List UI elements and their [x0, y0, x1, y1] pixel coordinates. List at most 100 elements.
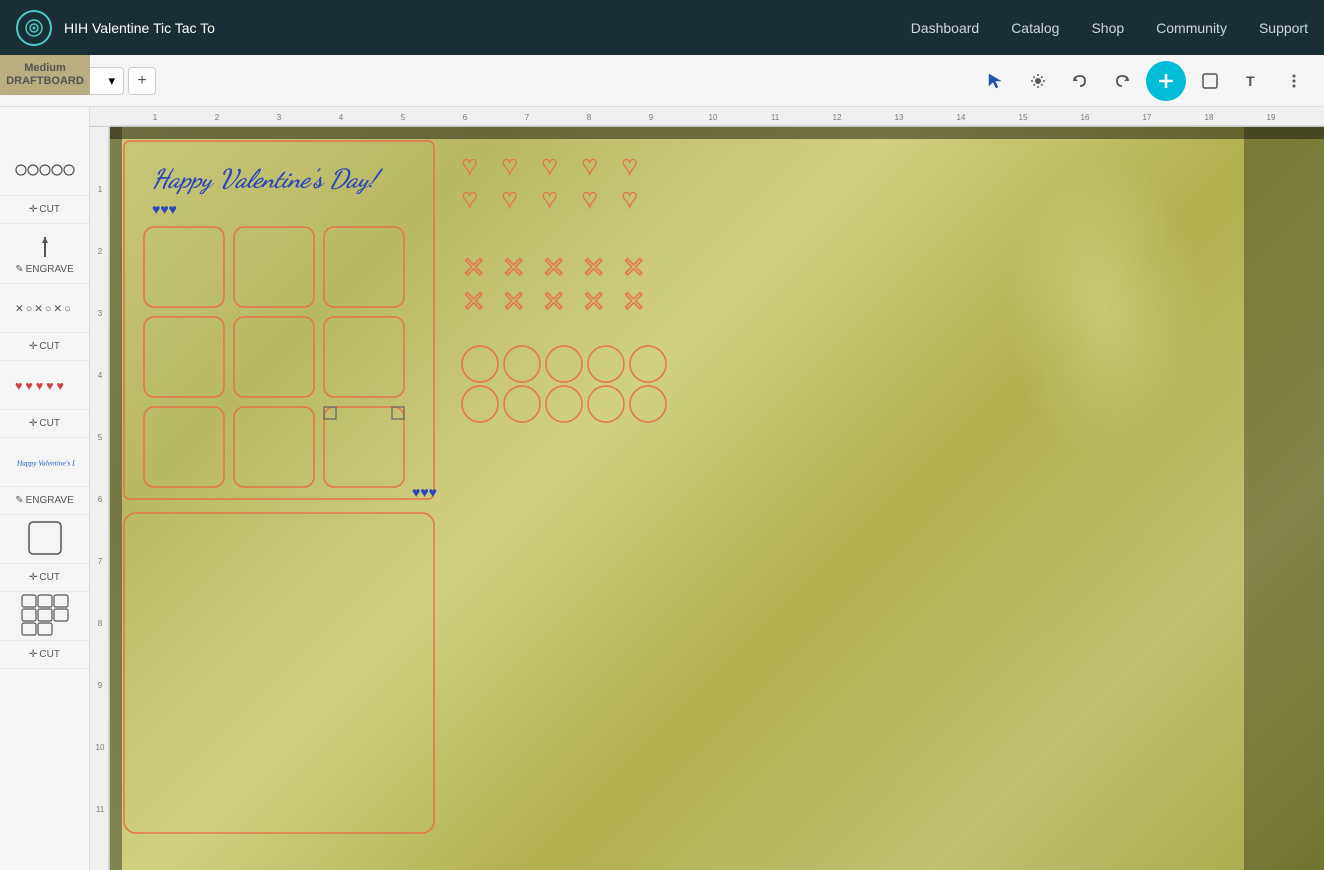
toolbar: − 100% ▾ + [0, 55, 1324, 107]
svg-text:✕: ✕ [462, 286, 485, 317]
ruler-top: 1 2 3 4 5 6 7 8 9 10 11 12 13 14 15 16 1 [90, 107, 1324, 127]
select-tool-button[interactable] [978, 63, 1014, 99]
sidebar-item-cut2[interactable]: ✛ CUT [0, 333, 89, 361]
nav-dashboard[interactable]: Dashboard [911, 20, 980, 36]
svg-text:7: 7 [98, 557, 103, 566]
ruler-left: 1 2 3 4 5 6 7 8 9 10 11 [90, 127, 110, 870]
pan-tool-button[interactable] [1020, 63, 1056, 99]
engrave-line-icon [15, 232, 75, 262]
svg-text:3: 3 [98, 309, 103, 318]
svg-text:✕: ✕ [542, 286, 565, 317]
svg-text:5: 5 [98, 433, 103, 442]
canvas-area[interactable]: 1 2 3 4 5 6 7 8 9 10 11 12 13 14 15 16 1 [90, 107, 1324, 870]
cut5-label: ✛ CUT [29, 649, 60, 660]
text-button[interactable]: T [1234, 63, 1270, 99]
svg-text:11: 11 [96, 805, 105, 814]
svg-text:✕○✕○✕○: ✕○✕○✕○ [15, 303, 73, 315]
svg-text:5: 5 [401, 113, 406, 122]
sidebar-item-engrave-line[interactable]: ✎ ENGRAVE [0, 224, 89, 284]
svg-text:6: 6 [463, 113, 468, 122]
sidebar-item-cut3[interactable]: ✛ CUT [0, 410, 89, 438]
redo-button[interactable] [1104, 63, 1140, 99]
svg-text:♥: ♥ [502, 150, 517, 180]
svg-text:♥: ♥ [582, 183, 597, 213]
sidebar-item-xoxo[interactable]: ✕○✕○✕○ [0, 284, 89, 333]
svg-text:8: 8 [98, 619, 103, 628]
undo-button[interactable] [1062, 63, 1098, 99]
svg-text:♥: ♥ [622, 150, 637, 180]
svg-text:10: 10 [709, 113, 718, 122]
svg-text:✕: ✕ [502, 252, 525, 283]
sidebar-item-cut1[interactable]: ✛ CUT [0, 196, 89, 224]
svg-text:♥: ♥ [462, 150, 477, 180]
svg-text:✕: ✕ [582, 286, 605, 317]
svg-text:9: 9 [98, 681, 103, 690]
svg-text:15: 15 [1019, 113, 1028, 122]
shapes-button[interactable] [1192, 63, 1228, 99]
text-preview-icon: Happy Valentine's Day! [15, 446, 75, 476]
more-options-button[interactable] [1276, 63, 1312, 99]
svg-text:10: 10 [96, 743, 105, 752]
svg-text:13: 13 [895, 113, 904, 122]
svg-text:♥♥♥: ♥♥♥ [412, 486, 437, 501]
hearts-icon: ♥♥♥♥♥ [15, 369, 75, 399]
svg-text:19: 19 [1267, 113, 1276, 122]
main-layout: Medium DRAFTBOARD ✛ CUT [0, 107, 1324, 870]
xoxo-icon: ✕○✕○✕○ [15, 292, 75, 322]
svg-text:✕: ✕ [542, 252, 565, 283]
svg-text:4: 4 [339, 113, 344, 122]
svg-text:♥: ♥ [542, 150, 557, 180]
cut3-label: ✛ CUT [29, 418, 60, 429]
svg-text:2: 2 [215, 113, 220, 122]
top-navigation: HIH Valentine Tic Tac To Dashboard Catal… [0, 0, 1324, 55]
svg-text:♥♥♥: ♥♥♥ [152, 203, 177, 218]
svg-text:12: 12 [833, 113, 842, 122]
project-title: HIH Valentine Tic Tac To [64, 20, 911, 36]
nav-community[interactable]: Community [1156, 20, 1227, 36]
svg-text:7: 7 [525, 113, 530, 122]
nav-support[interactable]: Support [1259, 20, 1308, 36]
engrave1-label: ✎ ENGRAVE [15, 264, 74, 275]
engrave2-label: ✎ ENGRAVE [15, 495, 74, 506]
sidebar-item-rect-preview[interactable] [0, 515, 89, 564]
svg-text:8: 8 [587, 113, 592, 122]
zoom-in-button[interactable]: + [128, 67, 156, 95]
svg-text:♥♥♥♥♥: ♥♥♥♥♥ [15, 379, 67, 393]
svg-text:✕: ✕ [502, 286, 525, 317]
sidebar-item-hearts[interactable]: ♥♥♥♥♥ [0, 361, 89, 410]
svg-text:6: 6 [98, 495, 103, 504]
add-button[interactable] [1146, 61, 1186, 101]
sidebar-item-cut4[interactable]: ✛ CUT [0, 564, 89, 592]
nav-shop[interactable]: Shop [1091, 20, 1124, 36]
sidebar-item-grid-preview[interactable] [0, 592, 89, 641]
svg-text:11: 11 [771, 113, 780, 122]
svg-text:✕: ✕ [622, 252, 645, 283]
svg-text:♥: ♥ [462, 183, 477, 213]
app-logo[interactable] [16, 10, 52, 46]
svg-text:17: 17 [1143, 113, 1152, 122]
svg-text:2: 2 [98, 247, 103, 256]
sidebar-item-circles[interactable] [0, 147, 89, 196]
design-svg: Happy Valentine's Day! ♥♥♥ [122, 139, 822, 870]
svg-text:Happy Valentine's Day!: Happy Valentine's Day! [152, 164, 384, 195]
cut1-label: ✛ CUT [29, 204, 60, 215]
svg-text:4: 4 [98, 371, 103, 380]
svg-text:♥: ♥ [622, 183, 637, 213]
svg-text:Happy Valentine's Day!: Happy Valentine's Day! [15, 459, 74, 468]
ruler-top-svg: 1 2 3 4 5 6 7 8 9 10 11 12 13 14 15 16 1 [110, 107, 1324, 127]
svg-text:♥: ♥ [582, 150, 597, 180]
cut2-label: ✛ CUT [29, 341, 60, 352]
canvas-material: Happy Valentine's Day! ♥♥♥ [110, 127, 1324, 870]
svg-text:♥: ♥ [502, 183, 517, 213]
svg-text:1: 1 [153, 113, 158, 122]
svg-text:T: T [1246, 73, 1255, 89]
svg-text:1: 1 [98, 185, 103, 194]
svg-text:✕: ✕ [462, 252, 485, 283]
sidebar-item-engrave2[interactable]: ✎ ENGRAVE [0, 487, 89, 515]
sidebar-item-text-preview[interactable]: Happy Valentine's Day! [0, 438, 89, 487]
svg-text:✕: ✕ [622, 286, 645, 317]
sidebar-item-cut5[interactable]: ✛ CUT [0, 641, 89, 669]
svg-text:♥: ♥ [542, 183, 557, 213]
svg-text:✕: ✕ [582, 252, 605, 283]
nav-catalog[interactable]: Catalog [1011, 20, 1059, 36]
